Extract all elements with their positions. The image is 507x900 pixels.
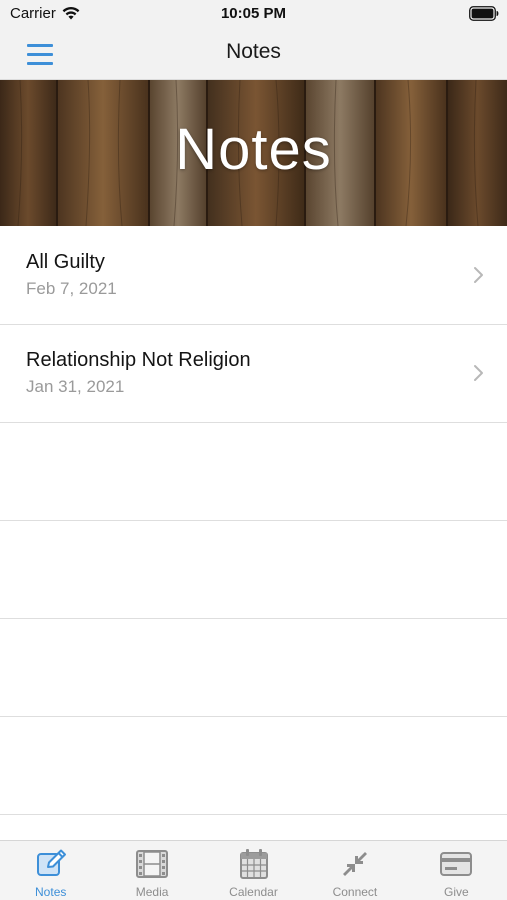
- tab-label: Connect: [332, 885, 378, 899]
- empty-row: [0, 423, 507, 521]
- note-title: All Guilty: [26, 251, 105, 273]
- header-banner: Notes: [0, 80, 507, 226]
- note-title: Relationship Not Religion: [26, 349, 251, 371]
- tab-notes[interactable]: Notes: [0, 841, 101, 900]
- navigation-bar: Notes: [0, 30, 507, 80]
- status-time: 10:05 PM: [220, 5, 287, 22]
- status-bar: Carrier 10:05 PM: [0, 0, 507, 30]
- connect-arrows-icon: [342, 852, 367, 876]
- empty-row: [0, 717, 507, 815]
- battery-icon: [469, 6, 499, 21]
- tab-calendar[interactable]: Calendar: [203, 841, 304, 900]
- note-row[interactable]: All Guilty Feb 7, 2021: [0, 227, 507, 325]
- credit-card-icon: [440, 852, 473, 876]
- chevron-right-icon: [474, 365, 483, 381]
- tab-label: Media: [135, 885, 169, 899]
- banner-title: Notes: [175, 117, 332, 182]
- note-row[interactable]: Relationship Not Religion Jan 31, 2021: [0, 325, 507, 423]
- tab-media[interactable]: Media: [101, 841, 202, 900]
- nav-title: Notes: [226, 40, 281, 63]
- tab-label: Calendar: [229, 885, 278, 899]
- tab-connect[interactable]: Connect: [304, 841, 405, 900]
- empty-row: [0, 619, 507, 717]
- tab-give[interactable]: Give: [406, 841, 507, 900]
- note-date: Jan 31, 2021: [26, 377, 125, 396]
- chevron-right-icon: [474, 267, 483, 283]
- film-icon: [136, 850, 169, 878]
- notes-list: All Guilty Feb 7, 2021 Relationship Not …: [0, 227, 507, 815]
- tab-label: Notes: [35, 885, 67, 899]
- note-date: Feb 7, 2021: [26, 279, 117, 298]
- tab-label: Give: [443, 885, 469, 899]
- edit-note-icon: [36, 849, 66, 876]
- empty-row: [0, 521, 507, 619]
- calendar-icon: [239, 849, 268, 879]
- tab-bar: Notes Media Calendar Connect Give: [0, 840, 507, 900]
